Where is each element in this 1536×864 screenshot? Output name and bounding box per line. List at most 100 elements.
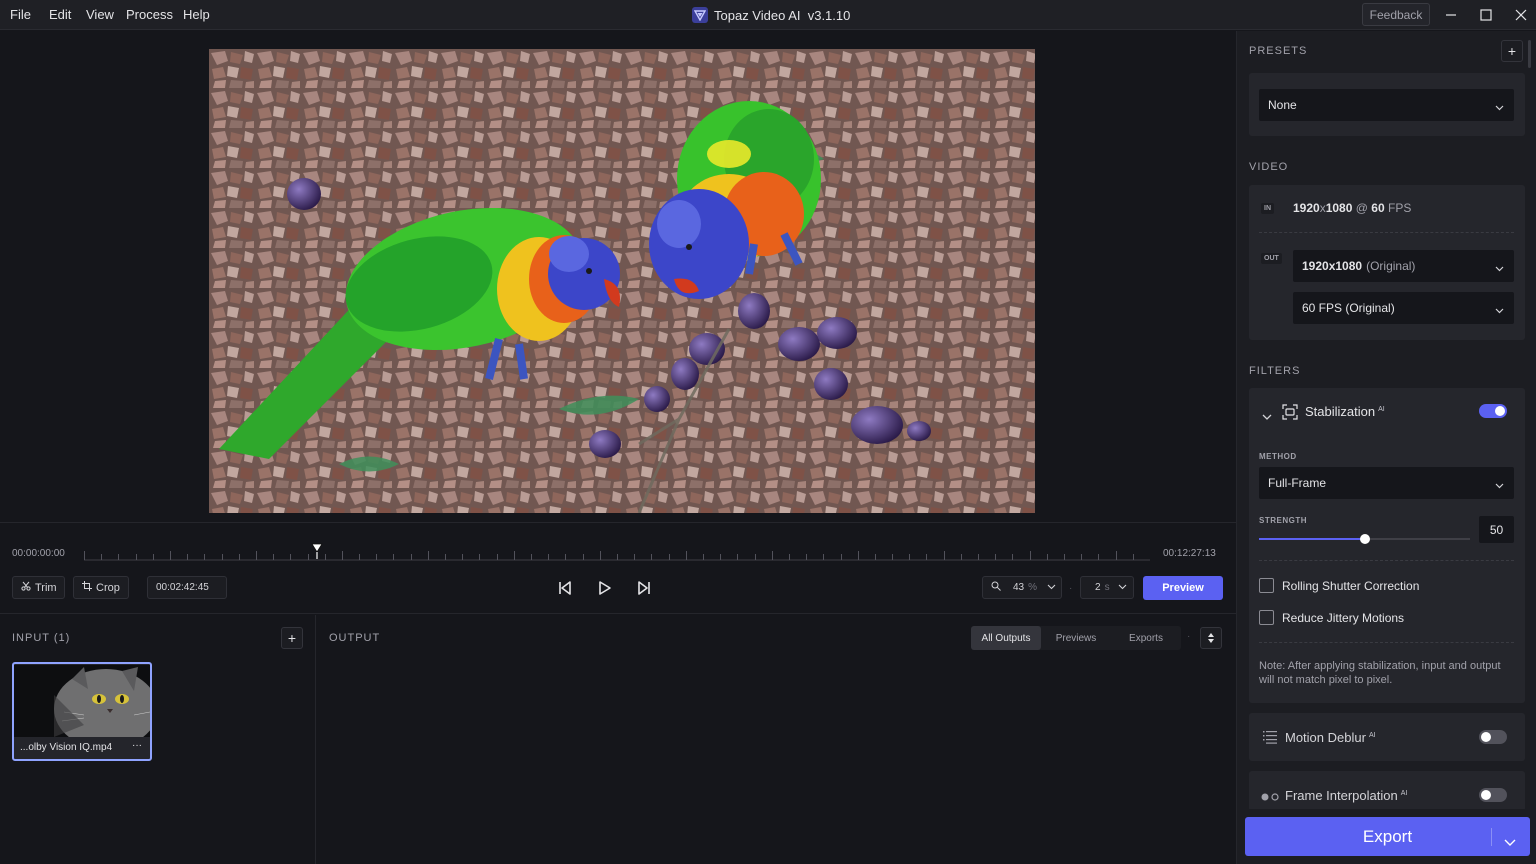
interval-unit: s: [1104, 582, 1110, 593]
play-icon[interactable]: [597, 580, 613, 596]
chevron-down-icon: [1047, 582, 1056, 593]
chevron-down-icon: [1495, 261, 1504, 275]
output-panel: OUTPUT All Outputs Previews Exports ·: [317, 615, 1236, 864]
input-panel: INPUT (1) + ...olby Vision IQ.mp4 ···: [0, 615, 316, 864]
step-back-icon[interactable]: [557, 580, 573, 596]
maximize-icon[interactable]: [1476, 5, 1496, 25]
tab-all-outputs[interactable]: All Outputs: [971, 626, 1041, 650]
video-frame[interactable]: [209, 49, 1035, 513]
timeline-ticks: [84, 551, 1151, 561]
zoom-dropdown[interactable]: 43 %: [982, 576, 1062, 599]
zoom-unit: %: [1028, 582, 1038, 593]
video-frame-image: [209, 49, 1035, 513]
trim-label: Trim: [35, 581, 57, 594]
crop-icon: [82, 581, 92, 594]
menu-file[interactable]: File: [10, 7, 31, 22]
export-button[interactable]: Export: [1245, 817, 1530, 856]
tab-previews[interactable]: Previews: [1041, 626, 1111, 650]
close-icon[interactable]: [1511, 5, 1531, 25]
input-resolution: 1920x1080 @ 60 FPS: [1293, 201, 1412, 215]
trim-button[interactable]: Trim: [12, 576, 65, 599]
title-bar: File Edit View Process Help Topaz Video …: [0, 0, 1536, 30]
divider: [1491, 828, 1492, 846]
strength-label: STRENGTH: [1259, 516, 1307, 525]
menu-view[interactable]: View: [86, 7, 114, 22]
separator-dot: ·: [1187, 631, 1191, 642]
rolling-shutter-checkbox[interactable]: [1259, 578, 1274, 593]
sort-button[interactable]: [1200, 627, 1222, 649]
output-fps-value: 60 FPS (Original): [1302, 301, 1395, 315]
timeline-end-time: 00:12:27:13: [1163, 548, 1216, 559]
stabilization-toggle[interactable]: [1479, 404, 1507, 418]
divider: [1259, 560, 1514, 561]
motion-deblur-title: Motion Deblur AI: [1285, 730, 1376, 745]
minimize-icon[interactable]: [1441, 5, 1461, 25]
zoom-icon: [991, 581, 1001, 594]
more-options-icon[interactable]: ···: [132, 740, 142, 751]
preview-button[interactable]: Preview: [1143, 576, 1223, 600]
topaz-logo-icon: [692, 7, 708, 23]
menu-help[interactable]: Help: [183, 7, 210, 22]
frame-interpolation-title: Frame Interpolation AI: [1285, 788, 1408, 803]
reduce-jitter-checkbox[interactable]: [1259, 610, 1274, 625]
preset-dropdown[interactable]: None: [1259, 89, 1514, 121]
stabilization-note: Note: After applying stabilization, inpu…: [1259, 660, 1501, 686]
frame-interpolation-toggle[interactable]: [1479, 788, 1507, 802]
plus-icon: +: [1507, 43, 1517, 59]
output-resolution-dropdown[interactable]: 1920x1080 (Original): [1293, 250, 1514, 282]
export-label: Export: [1362, 826, 1413, 846]
menu-process[interactable]: Process: [126, 7, 173, 22]
interval-value: 2: [1095, 582, 1101, 593]
collapse-chevron-icon[interactable]: [1262, 408, 1272, 426]
app-title: Topaz Video AI v3.1.10: [692, 5, 850, 25]
output-resolution-note: (Original): [1366, 259, 1416, 273]
filters-label: FILTERS: [1249, 365, 1301, 377]
motion-deblur-icon: [1263, 730, 1277, 749]
stabilization-title: Stabilization AI: [1305, 404, 1385, 419]
stabilization-icon: [1282, 404, 1298, 425]
method-dropdown[interactable]: Full-Frame: [1259, 467, 1514, 499]
chevron-down-icon[interactable]: [1504, 832, 1516, 852]
rolling-shutter-label: Rolling Shutter Correction: [1282, 579, 1420, 593]
scissors-icon: [21, 581, 31, 594]
method-label: METHOD: [1259, 452, 1297, 461]
out-tag: OUT: [1261, 253, 1282, 264]
plus-icon: +: [287, 630, 297, 646]
divider: [1259, 232, 1514, 233]
step-forward-icon[interactable]: [636, 580, 652, 596]
interval-dropdown[interactable]: 2 s: [1080, 576, 1134, 599]
output-header: OUTPUT: [329, 632, 381, 644]
input-file-card[interactable]: ...olby Vision IQ.mp4 ···: [12, 662, 152, 761]
crop-button[interactable]: Crop: [73, 576, 129, 599]
video-card: IN 1920x1080 @ 60 FPS OUT 1920x1080 (Ori…: [1249, 185, 1525, 340]
stabilization-card: Stabilization AI METHOD Full-Frame STRENG…: [1249, 388, 1525, 703]
divider: [1259, 642, 1514, 643]
presets-card: None: [1249, 73, 1525, 136]
tab-exports[interactable]: Exports: [1111, 626, 1181, 650]
add-input-button[interactable]: +: [281, 627, 303, 649]
feedback-button[interactable]: Feedback: [1362, 3, 1430, 26]
app-title-text: Topaz Video AI v3.1.10: [714, 7, 851, 23]
scrollbar-thumb[interactable]: [1528, 40, 1531, 68]
sort-icon: [1207, 630, 1215, 646]
playhead-marker[interactable]: [311, 543, 324, 559]
add-preset-button[interactable]: +: [1501, 40, 1523, 62]
current-time-field[interactable]: 00:02:42:45: [147, 576, 227, 599]
output-fps-dropdown[interactable]: 60 FPS (Original): [1293, 292, 1514, 324]
timeline-ruler[interactable]: [84, 545, 1151, 561]
method-value: Full-Frame: [1268, 476, 1327, 490]
separator-dot: ·: [1069, 583, 1073, 594]
strength-slider-handle[interactable]: [1359, 534, 1370, 544]
frame-interpolation-card: Frame Interpolation AI: [1249, 771, 1525, 811]
strength-input[interactable]: 50: [1479, 516, 1514, 543]
chevron-down-icon: [1495, 100, 1504, 114]
settings-panel: PRESETS + None VIDEO IN 1920x1080 @ 60 F…: [1236, 31, 1536, 864]
preset-value: None: [1268, 98, 1297, 112]
video-label: VIDEO: [1249, 161, 1289, 173]
motion-deblur-toggle[interactable]: [1479, 730, 1507, 744]
zoom-value: 43: [1013, 582, 1025, 593]
timeline-start-time: 00:00:00:00: [12, 548, 65, 559]
in-tag: IN: [1261, 203, 1274, 214]
motion-deblur-card: Motion Deblur AI: [1249, 713, 1525, 761]
menu-edit[interactable]: Edit: [49, 7, 71, 22]
